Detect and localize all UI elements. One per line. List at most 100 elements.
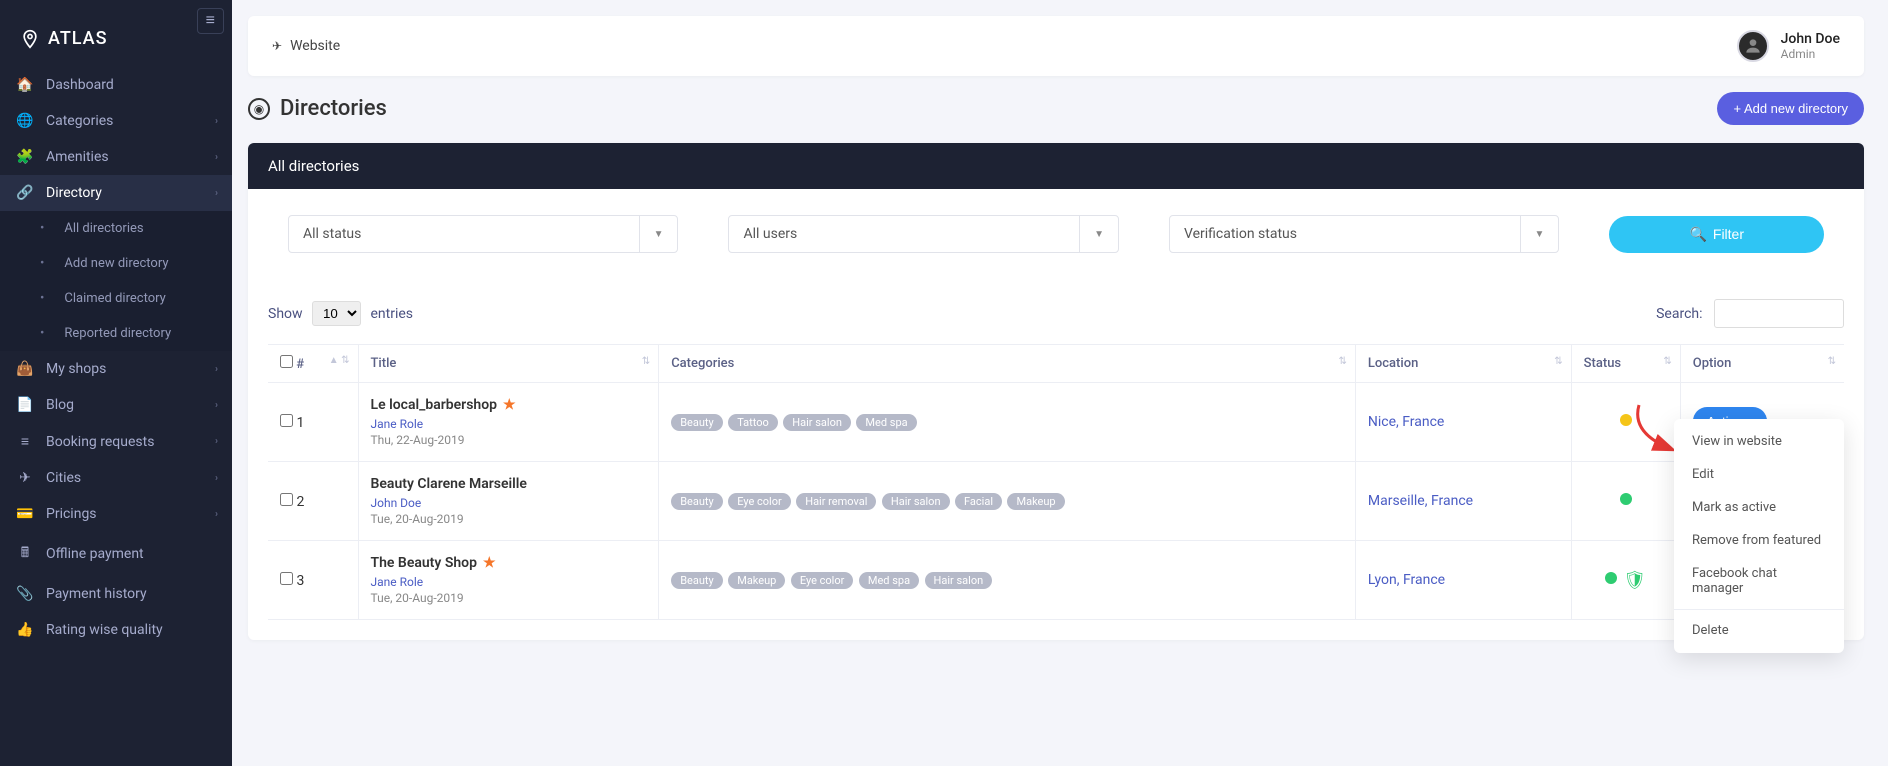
directory-title[interactable]: Beauty Clarene Marseille — [371, 476, 647, 492]
filter-button[interactable]: 🔍 Filter — [1609, 216, 1824, 253]
plane-icon: ✈ — [16, 470, 34, 486]
user-menu[interactable]: John Doe Admin — [1737, 30, 1840, 62]
sidebar-toggle-button[interactable]: ≡ — [197, 8, 224, 34]
chevron-right-icon: › — [215, 436, 218, 447]
select-all-checkbox[interactable] — [280, 355, 293, 368]
card-icon: 💳 — [16, 506, 34, 522]
topbar: ✈ Website John Doe Admin — [248, 16, 1864, 76]
star-icon: ★ — [483, 555, 496, 571]
table-wrap: Show 10 entries Search: # ▲ ⇅Title⇅Categ… — [248, 279, 1864, 640]
nav-list: 🏠Dashboard🌐Categories›🧩Amenities› 🔗 Direct… — [0, 67, 232, 648]
search-input[interactable] — [1714, 299, 1844, 328]
status-select[interactable]: All status ▼ — [288, 215, 678, 253]
sidebar-item-pricings[interactable]: 💳Pricings› — [0, 496, 232, 532]
column-option[interactable]: Option⇅ — [1680, 345, 1844, 383]
directory-title[interactable]: The Beauty Shop ★ — [371, 555, 647, 571]
table-row: 1Le local_barbershop ★Jane RoleThu, 22-A… — [268, 383, 1844, 462]
category-badge: Tattoo — [728, 414, 778, 431]
sort-icon: ▲ ⇅ — [329, 355, 350, 366]
dropdown-divider — [1674, 609, 1844, 610]
sidebar-item-blog[interactable]: 📄Blog› — [0, 387, 232, 423]
add-directory-button[interactable]: + Add new directory — [1717, 92, 1864, 125]
column-categories[interactable]: Categories⇅ — [659, 345, 1356, 383]
location-link[interactable]: Lyon, France — [1368, 572, 1445, 588]
row-checkbox[interactable] — [280, 572, 293, 585]
sidebar-item-amenities[interactable]: 🧩Amenities› — [0, 139, 232, 175]
directories-table: # ▲ ⇅Title⇅Categories⇅Location⇅Status⇅Op… — [268, 344, 1844, 620]
dropdown-item-remove-from-featured[interactable]: Remove from featured — [1674, 524, 1844, 557]
sidebar-item-booking-requests[interactable]: ≡Booking requests› — [0, 423, 232, 460]
directory-author[interactable]: Jane Role — [371, 575, 647, 589]
sidebar-item-payment-history[interactable]: 📎Payment history — [0, 576, 232, 612]
directory-author[interactable]: John Doe — [371, 496, 647, 510]
sidebar-item-label: Directory — [46, 185, 102, 201]
column-title[interactable]: Title⇅ — [358, 345, 659, 383]
sidebar-item-label: Cities — [46, 470, 81, 486]
category-badge: Eye color — [791, 572, 854, 589]
sidebar-item-label: My shops — [46, 361, 106, 377]
sidebar-item-cities[interactable]: ✈Cities› — [0, 460, 232, 496]
category-badge: Med spa — [859, 572, 919, 589]
column-location[interactable]: Location⇅ — [1355, 345, 1571, 383]
category-badge: Beauty — [671, 493, 723, 510]
chevron-right-icon: › — [215, 116, 218, 127]
user-role: Admin — [1781, 47, 1840, 61]
column-#[interactable]: # ▲ ⇅ — [268, 345, 358, 383]
row-number: 3 — [296, 573, 304, 589]
sitemap-icon: 🔗 — [16, 185, 34, 201]
user-name: John Doe — [1781, 31, 1840, 47]
sidebar-item-my-shops[interactable]: 👜 My shops › — [0, 351, 232, 387]
bag-icon: 👜 — [16, 361, 34, 377]
location-link[interactable]: Marseille, France — [1368, 493, 1473, 509]
chevron-right-icon: › — [215, 364, 218, 375]
shield-icon: 🛡 — [1623, 570, 1646, 591]
lines-icon: ≡ — [16, 433, 34, 450]
directory-author[interactable]: Jane Role — [371, 417, 647, 431]
avatar — [1737, 30, 1769, 62]
category-badge: Beauty — [671, 572, 723, 589]
directory-submenu: All directoriesAdd new directoryClaimed … — [0, 211, 232, 351]
sidebar-item-offline-payment[interactable]: 🖩Offline payment — [0, 532, 232, 576]
dropdown-item-facebook-chat-manager[interactable]: Facebook chat manager — [1674, 557, 1844, 605]
chevron-right-icon: › — [215, 188, 218, 199]
annotation-arrow — [1629, 403, 1679, 457]
dropdown-item-edit[interactable]: Edit — [1674, 458, 1844, 491]
sidebar-item-categories[interactable]: 🌐Categories› — [0, 103, 232, 139]
category-badge: Hair salon — [925, 572, 993, 589]
page-size-select[interactable]: 10 — [312, 301, 361, 326]
thumb-icon: 👍 — [16, 622, 34, 638]
subnav-item-reported-directory[interactable]: Reported directory — [0, 316, 232, 351]
sidebar-item-dashboard[interactable]: 🏠Dashboard — [0, 67, 232, 103]
chevron-down-icon: ▼ — [1520, 216, 1559, 252]
table-row: 3The Beauty Shop ★Jane RoleTue, 20-Aug-2… — [268, 541, 1844, 620]
sidebar-item-label: Dashboard — [46, 77, 114, 93]
row-checkbox[interactable] — [280, 493, 293, 506]
sidebar-item-label: Payment history — [46, 586, 147, 602]
website-link[interactable]: ✈ Website — [272, 38, 340, 54]
chevron-down-icon: ▼ — [639, 216, 678, 252]
verification-select[interactable]: Verification status ▼ — [1169, 215, 1559, 253]
location-link[interactable]: Nice, France — [1368, 414, 1445, 430]
category-badge: Hair removal — [796, 493, 876, 510]
dropdown-item-view-in-website[interactable]: View in website — [1674, 425, 1844, 458]
search-control: Search: — [1656, 299, 1844, 328]
page-title: Directories — [280, 96, 387, 121]
map-pin-icon — [20, 29, 40, 49]
column-status[interactable]: Status⇅ — [1571, 345, 1680, 383]
subnav-item-add-new-directory[interactable]: Add new directory — [0, 246, 232, 281]
sidebar-item-directory[interactable]: 🔗 Directory › — [0, 175, 232, 211]
sidebar-item-rating-wise-quality[interactable]: 👍Rating wise quality — [0, 612, 232, 648]
dropdown-item-mark-as-active[interactable]: Mark as active — [1674, 491, 1844, 524]
row-checkbox[interactable] — [280, 414, 293, 427]
subnav-item-claimed-directory[interactable]: Claimed directory — [0, 281, 232, 316]
subnav-item-all-directories[interactable]: All directories — [0, 211, 232, 246]
category-badge: Hair salon — [783, 414, 851, 431]
dropdown-item-delete[interactable]: Delete — [1674, 614, 1844, 647]
search-icon: 🔍 — [1689, 226, 1706, 243]
filter-button-label: Filter — [1713, 226, 1744, 242]
calc-icon: 🖩 — [16, 542, 34, 566]
directory-title[interactable]: Le local_barbershop ★ — [371, 397, 647, 413]
search-label: Search: — [1656, 306, 1702, 322]
users-select[interactable]: All users ▼ — [728, 215, 1118, 253]
category-badge: Beauty — [671, 414, 723, 431]
